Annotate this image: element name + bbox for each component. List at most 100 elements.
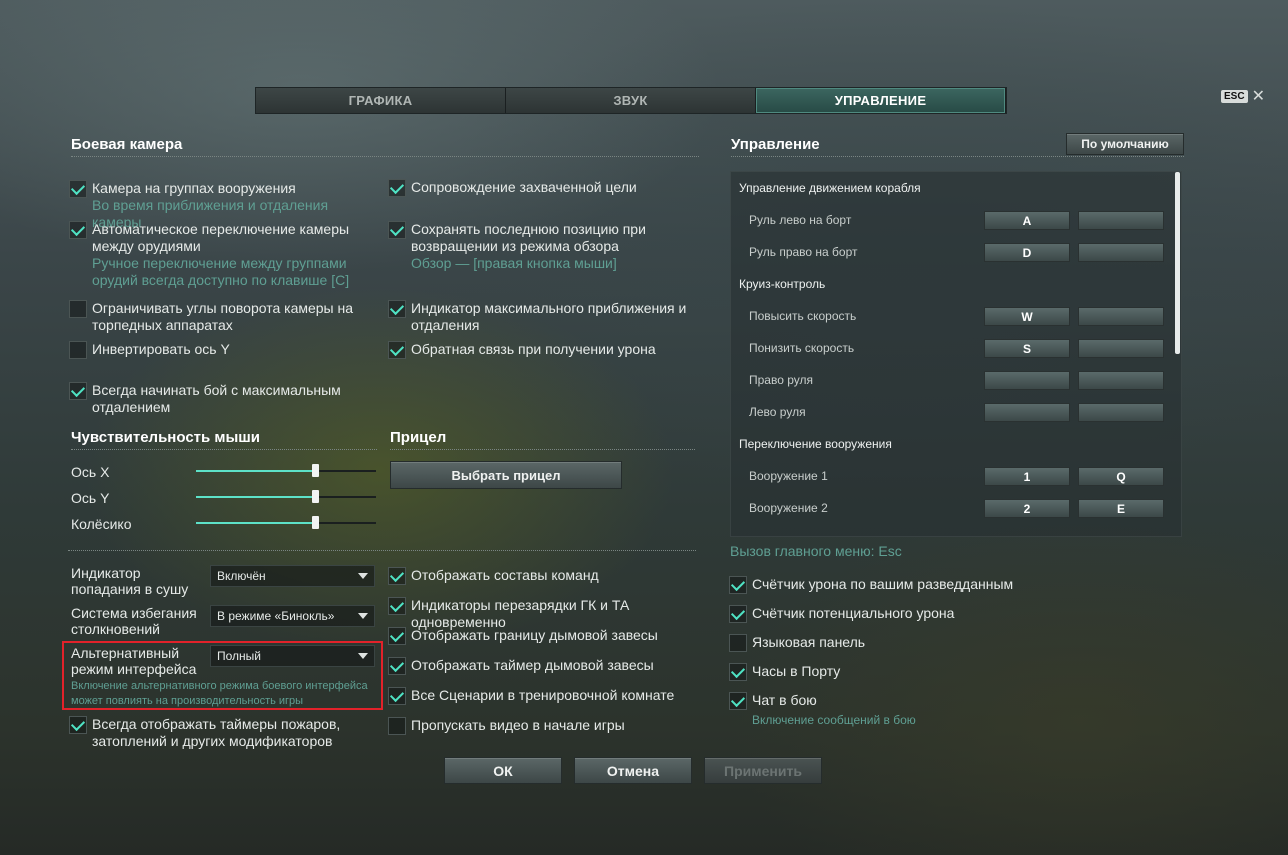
checkbox-box[interactable] — [388, 627, 406, 645]
ground-hit-label: Индикатор попадания в сушу — [71, 565, 189, 597]
checkbox-box[interactable] — [388, 597, 406, 615]
tab-graphics[interactable]: ГРАФИКА — [256, 88, 506, 113]
key-primary-weapon-2[interactable]: 2 — [984, 499, 1070, 518]
checkbox-hint: Ручное переключение между группами оруди… — [92, 255, 350, 288]
key-secondary-speed-up[interactable] — [1078, 307, 1164, 326]
checkbox-box[interactable] — [388, 221, 406, 239]
apply-button[interactable]: Применить — [704, 757, 822, 784]
checkbox-box[interactable] — [388, 657, 406, 675]
auto-camera-switch-checkbox[interactable]: Автоматическое переключение камеры между… — [69, 221, 384, 289]
key-primary-rudder-right[interactable]: D — [984, 243, 1070, 262]
key-primary-rudder-left[interactable]: A — [984, 211, 1070, 230]
modifier-timers-checkbox[interactable]: Всегда отображать таймеры пожаров, затоп… — [69, 716, 359, 750]
checkbox-label: Чат в бою — [752, 692, 817, 708]
checkbox-box[interactable] — [729, 692, 747, 710]
slider-label-wheel: Колёсико — [71, 516, 132, 532]
sight-divider — [390, 449, 695, 450]
key-secondary-rudder-right-step[interactable] — [1078, 371, 1164, 390]
battle-chat-hint: Включение сообщений в бою — [752, 713, 916, 727]
checkbox-box[interactable] — [729, 663, 747, 681]
language-bar-checkbox[interactable]: Языковая панель — [729, 634, 1029, 652]
select-value: В режиме «Бинокль» — [217, 609, 335, 623]
checkbox-box[interactable] — [729, 576, 747, 594]
reload-indicators-checkbox[interactable]: Индикаторы перезарядки ГК и ТА одновреме… — [388, 597, 718, 631]
checkbox-label: Счётчик урона по вашим разведданным — [752, 576, 1014, 592]
mouse-divider — [71, 449, 377, 450]
checkbox-box[interactable] — [388, 300, 406, 318]
max-zoom-start-checkbox[interactable]: Всегда начинать бой с максимальным отдал… — [69, 382, 349, 416]
checkbox-box[interactable] — [69, 382, 87, 400]
key-secondary-weapon-2[interactable]: E — [1078, 499, 1164, 518]
smoke-border-checkbox[interactable]: Отображать границу дымовой завесы — [388, 627, 708, 645]
keybind-scrollbar[interactable] — [1175, 172, 1180, 354]
checkbox-box[interactable] — [388, 717, 406, 735]
sensitivity-y-slider[interactable] — [196, 490, 376, 504]
smoke-timer-checkbox[interactable]: Отображать таймер дымовой завесы — [388, 657, 708, 675]
choose-sight-button[interactable]: Выбрать прицел — [390, 461, 622, 489]
reset-default-button[interactable]: По умолчанию — [1066, 133, 1184, 155]
slider-fill — [196, 522, 315, 524]
checkbox-box[interactable] — [729, 634, 747, 652]
checkbox-label: Сохранять последнюю позицию при возвраще… — [411, 221, 646, 254]
save-camera-position-checkbox[interactable]: Сохранять последнюю позицию при возвраще… — [388, 221, 648, 272]
action-weapon-2: Вооружение 2 — [749, 501, 828, 515]
ground-hit-select[interactable]: Включён — [210, 565, 375, 587]
checkbox-label: Отображать границу дымовой завесы — [411, 627, 658, 643]
chevron-down-icon — [358, 573, 368, 579]
checkbox-box[interactable] — [69, 180, 87, 198]
checkbox-label: Сопровождение захваченной цели — [411, 179, 637, 195]
interface-divider — [68, 550, 696, 551]
key-secondary-rudder-right[interactable] — [1078, 243, 1164, 262]
battle-chat-checkbox[interactable]: Чат в бою — [729, 692, 1029, 710]
group-cruise-control: Круиз-контроль — [739, 277, 826, 291]
sensitivity-x-slider[interactable] — [196, 464, 376, 478]
key-primary-speed-up[interactable]: W — [984, 307, 1070, 326]
invert-y-checkbox[interactable]: Инвертировать ось Y — [69, 341, 369, 359]
key-secondary-rudder-left[interactable] — [1078, 211, 1164, 230]
training-scenarios-checkbox[interactable]: Все Сценарии в тренировочной комнате — [388, 687, 708, 705]
track-locked-target-checkbox[interactable]: Сопровождение захваченной цели — [388, 179, 698, 197]
key-primary-weapon-1[interactable]: 1 — [984, 467, 1070, 486]
tab-controls[interactable]: УПРАВЛЕНИЕ — [756, 88, 1006, 113]
damage-feedback-checkbox[interactable]: Обратная связь при получении урона — [388, 341, 698, 359]
sensitivity-wheel-slider[interactable] — [196, 516, 376, 530]
key-secondary-weapon-1[interactable]: Q — [1078, 467, 1164, 486]
checkbox-box[interactable] — [388, 567, 406, 585]
action-rudder-right: Руль право на борт — [749, 245, 858, 259]
key-primary-rudder-right-step[interactable] — [984, 371, 1070, 390]
checkbox-box[interactable] — [69, 341, 87, 359]
slider-thumb[interactable] — [311, 516, 319, 529]
key-secondary-rudder-left-step[interactable] — [1078, 403, 1164, 422]
zoom-indicator-checkbox[interactable]: Индикатор максимального приближения и от… — [388, 300, 688, 334]
tab-sound[interactable]: ЗВУК — [506, 88, 756, 113]
checkbox-box[interactable] — [388, 341, 406, 359]
checkbox-box[interactable] — [388, 687, 406, 705]
checkbox-label: Всегда начинать бой с максимальным отдал… — [92, 382, 341, 415]
show-team-lists-checkbox[interactable]: Отображать составы команд — [388, 567, 708, 585]
slider-fill — [196, 470, 315, 472]
port-clock-checkbox[interactable]: Часы в Порту — [729, 663, 1029, 681]
collision-avoidance-select[interactable]: В режиме «Бинокль» — [210, 605, 375, 627]
controls-divider — [731, 156, 1184, 157]
checkbox-box[interactable] — [729, 605, 747, 623]
checkbox-box[interactable] — [69, 221, 87, 239]
key-primary-rudder-left-step[interactable] — [984, 403, 1070, 422]
slider-thumb[interactable] — [311, 464, 319, 477]
slider-label-y: Ось Y — [71, 490, 110, 506]
checkbox-box[interactable] — [388, 179, 406, 197]
checkbox-label: Индикаторы перезарядки ГК и ТА одновреме… — [411, 597, 630, 630]
limit-torpedo-camera-checkbox[interactable]: Ограничивать углы поворота камеры на тор… — [69, 300, 369, 334]
key-primary-speed-down[interactable]: S — [984, 339, 1070, 358]
potential-damage-counter-checkbox[interactable]: Счётчик потенциального урона — [729, 605, 1029, 623]
ok-button[interactable]: ОК — [444, 757, 562, 784]
skip-intro-video-checkbox[interactable]: Пропускать видео в начале игры — [388, 717, 708, 735]
key-secondary-speed-down[interactable] — [1078, 339, 1164, 358]
checkbox-box[interactable] — [69, 300, 87, 318]
mouse-section-title: Чувствительность мыши — [71, 429, 261, 446]
close-button[interactable]: ESC ✕ — [1221, 86, 1265, 106]
checkbox-label: Счётчик потенциального урона — [752, 605, 955, 621]
slider-thumb[interactable] — [311, 490, 319, 503]
checkbox-box[interactable] — [69, 716, 87, 734]
recon-damage-counter-checkbox[interactable]: Счётчик урона по вашим разведданным — [729, 576, 1029, 594]
cancel-button[interactable]: Отмена — [574, 757, 692, 784]
